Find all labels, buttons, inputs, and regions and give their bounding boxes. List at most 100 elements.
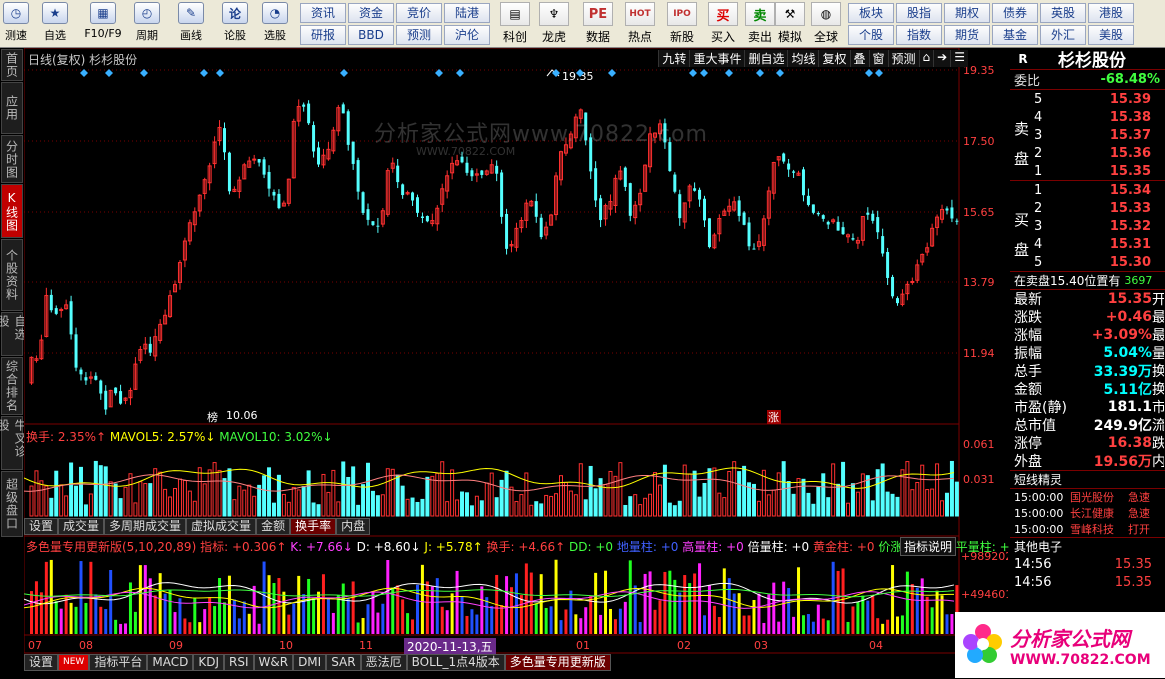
jl-item[interactable]: 15:00:00 雪峰科技 打开 (1010, 521, 1165, 537)
candle-body (703, 198, 707, 221)
toolbar-grid1-item[interactable]: BBD (348, 25, 394, 45)
toolbar-grid2-item[interactable]: 个股 (848, 25, 894, 45)
toolbar-select-button[interactable]: ◔ 选股 (254, 2, 296, 46)
toolbar-grid1-item[interactable]: 研报 (300, 25, 346, 45)
left-nav-item[interactable]: 个股资料 (1, 239, 23, 311)
indicator-tab[interactable]: 指标平台 (89, 654, 148, 671)
toolbar-grid1-item[interactable]: 竞价 (396, 3, 442, 23)
jl-item[interactable]: 15:00:00 国光股份 急速 (1010, 489, 1165, 505)
candle-body (312, 125, 316, 152)
toolbar-grid2-item[interactable]: 港股 (1088, 3, 1134, 23)
toolbar-grid1-item[interactable]: 沪伦 (444, 25, 490, 45)
toolbar-period-button[interactable]: ◴ 周期 (126, 2, 168, 46)
chart-menu-item[interactable]: 均线 (787, 50, 819, 67)
volume-tab[interactable]: 内盘 (336, 518, 371, 535)
volume-tab[interactable]: 金额 (256, 518, 291, 535)
toolbar-dragon-button[interactable]: ♆ 龙虎 (534, 2, 574, 46)
volume-tab[interactable]: 多周期成交量 (104, 518, 187, 535)
toolbar-chart-button[interactable]: ▤ 科创 (495, 2, 535, 46)
volume-bar (143, 483, 148, 517)
left-nav-item[interactable]: 分时图 (1, 135, 23, 183)
ma89-line (24, 588, 955, 598)
toolbar-grid1-item[interactable]: 资讯 (300, 3, 346, 23)
toolbar-grid2-item[interactable]: 期货 (944, 25, 990, 45)
toolbar-grid2-item[interactable]: 指数 (896, 25, 942, 45)
volume-tab[interactable]: 设置 (24, 518, 59, 535)
jl-item[interactable]: 15:00:00 长江健康 急速 (1010, 505, 1165, 521)
volume-bar (657, 484, 662, 517)
indicator-bar (470, 609, 474, 634)
toolbar-pe-button[interactable]: PE 数据 (578, 2, 618, 46)
candle-body (470, 170, 474, 177)
volume-bar (163, 488, 168, 517)
indicator-tab[interactable]: 设置 (24, 654, 59, 671)
left-nav-item[interactable]: K线图 (1, 184, 23, 238)
toolbar-grid2-item[interactable]: 美股 (1088, 25, 1134, 45)
indicator-tab[interactable]: MACD (147, 654, 194, 671)
arrow-right-icon[interactable]: ➔ (933, 50, 951, 67)
indicator-tab[interactable]: DMI (293, 654, 327, 671)
toolbar-grid1-item[interactable]: 资金 (348, 3, 394, 23)
indicator-tab[interactable]: BOLL_1点4版本 (406, 654, 505, 671)
stat-row: 外盘 19.56万内 (1014, 454, 1164, 470)
indicator-tab[interactable]: 多色量专用更新版 (504, 654, 611, 671)
chart-menu-item[interactable]: 复权 (818, 50, 850, 67)
volume-tab[interactable]: 虚拟成交量 (186, 518, 257, 535)
volume-bar (643, 497, 648, 517)
kline-chart-panel[interactable]: 19.35 17.50 15.65 13.79 11.94 0.061 0.031 +9892… (24, 48, 1017, 655)
toolbar-discuss-button[interactable]: 论论股 (214, 2, 256, 46)
toolbar-grid2-item[interactable]: 期权 (944, 3, 990, 23)
left-nav-item[interactable]: 综合排名 (1, 357, 23, 415)
volume-tab[interactable]: 换手率 (290, 518, 337, 535)
toolbar-pen-button[interactable]: ✎ 画线 (170, 2, 212, 46)
month-tick: 10 (279, 639, 293, 652)
event-marker-icon (456, 69, 464, 77)
toolbar-grid2-item[interactable]: 英股 (1040, 3, 1086, 23)
buy-level: 3 15.32 (1034, 218, 1151, 234)
candle-body (752, 248, 756, 250)
toolbar-grid2-item[interactable]: 基金 (992, 25, 1038, 45)
left-nav-item[interactable]: 牛叉诊股 (0, 416, 27, 470)
lock-icon[interactable]: ⌂ (918, 50, 934, 67)
chart-menu-item[interactable]: 重大事件 (689, 50, 745, 67)
toolbar-grid1-item[interactable]: 预测 (396, 25, 442, 45)
toolbar-grid2-item[interactable]: 外汇 (1040, 25, 1086, 45)
left-nav-item[interactable]: 超级盘口 (1, 471, 23, 537)
toolbar-buy-button[interactable]: 买买入 (703, 2, 743, 46)
indicator-tab[interactable]: W&R (253, 654, 294, 671)
chart-menu-item[interactable]: 删自选 (744, 50, 788, 67)
toolbar-grid2-item[interactable]: 债券 (992, 3, 1038, 23)
left-nav-item[interactable]: 应用 (1, 82, 23, 134)
indicator-help-button[interactable]: 指标说明 (900, 537, 957, 556)
event-marker-icon (725, 69, 733, 77)
toolbar-hammer-button[interactable]: ⚒ 模拟 (770, 2, 810, 46)
candle-body (782, 153, 786, 162)
chart-menu-item[interactable]: 预测 (887, 50, 919, 67)
chart-menu-item[interactable]: 九转 (658, 50, 690, 67)
indicator-bar (623, 601, 627, 634)
volume-bar (588, 465, 593, 517)
indicator-tab[interactable]: 恶法厄 (360, 654, 407, 671)
volume-tab[interactable]: 成交量 (58, 518, 105, 535)
menu-icon[interactable]: ☰ (950, 50, 968, 67)
toolbar-grid2-item[interactable]: 股指 (896, 3, 942, 23)
chart-menu-item[interactable]: 叠 (849, 50, 869, 67)
volume-bar (890, 493, 895, 517)
speedtest-button[interactable]: ◷ 测速 (2, 2, 30, 46)
left-nav-item[interactable]: 首页 (1, 49, 23, 81)
indicator-tab[interactable]: SAR (326, 654, 361, 671)
toolbar-globe-button[interactable]: ◍ 全球 (806, 2, 846, 46)
indicator-tab[interactable]: KDJ (193, 654, 224, 671)
volume-bar (712, 467, 717, 517)
toolbar-grid1-item[interactable]: 陆港 (444, 3, 490, 23)
chart-menu-item[interactable]: 窗 (868, 50, 888, 67)
indicator-tab[interactable]: RSI (224, 654, 254, 671)
left-nav-item[interactable]: 自选股 (0, 312, 27, 356)
toolbar-grid2-item[interactable]: 板块 (848, 3, 894, 23)
toolbar-star-button[interactable]: ★ 自选 (34, 2, 76, 46)
toolbar-fire-button[interactable]: HOT 热点 (620, 2, 660, 46)
volume-bar (954, 481, 959, 517)
toolbar-info-button[interactable]: ▦ F10/F9 (82, 2, 124, 46)
indicator-bar (168, 589, 172, 634)
toolbar-ipo-button[interactable]: IPO 新股 (662, 2, 702, 46)
